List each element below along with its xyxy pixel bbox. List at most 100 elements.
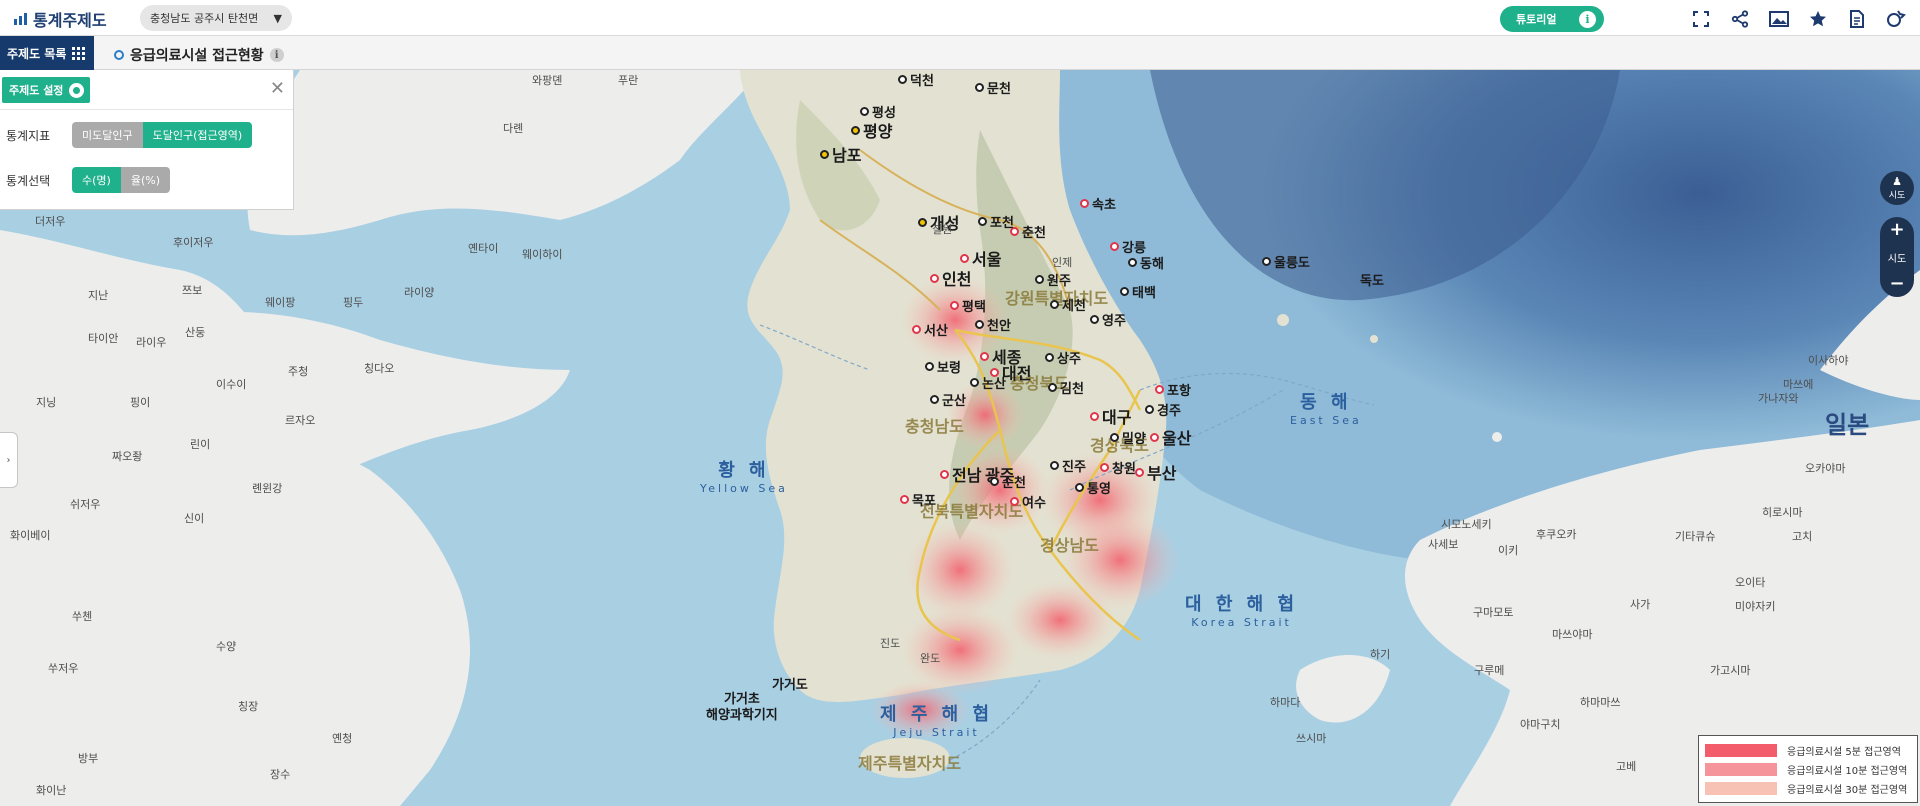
place-label: 오카야마 (1805, 462, 1846, 475)
app-logo[interactable]: 통계주제도 (14, 7, 107, 31)
indicator-option-reached[interactable]: 도달인구(접근영역) (142, 122, 253, 148)
place-label: 사세보 (1428, 538, 1459, 551)
city-label: 춘천 (1010, 222, 1046, 241)
province-label: 충청남도 (905, 417, 964, 436)
stat-option-count[interactable]: 수(명) (72, 167, 121, 193)
legend-label: 응급의료시설 30분 접근영역 (1787, 785, 1908, 796)
city-label: 울산 (1150, 425, 1191, 449)
city-label: 상주 (1045, 348, 1081, 367)
indicator-option-unreached[interactable]: 미도달인구 (72, 122, 143, 148)
share-icon[interactable] (1728, 7, 1752, 31)
place-label: 화이베이 (10, 529, 51, 542)
place-label: 푸란 (618, 74, 639, 87)
city-label: 군산 (930, 390, 966, 409)
indicator-label: 통계지표 (6, 128, 51, 143)
legend-item: 응급의료시설 5분 접근영역 (1705, 741, 1911, 760)
place-label: 완도 (920, 652, 941, 665)
region-select[interactable]: 충청남도 공주시 탄천면 ▼ (140, 5, 292, 31)
sea-label-jeju-strait: 제 주 해 협 Jeju Strait (880, 704, 994, 739)
city-label: 대구 (1090, 404, 1131, 428)
city-label: 덕천 (898, 70, 934, 89)
city-label: 남포 (820, 142, 861, 166)
place-label: 롄윈강 (252, 482, 283, 495)
city-label: 경주 (1145, 400, 1181, 419)
city-label: 독도 (1360, 274, 1384, 289)
tutorial-label: 튜토리얼 (1516, 13, 1557, 26)
chevron-right-icon: › (6, 454, 11, 466)
zoom-out-button[interactable]: − (1889, 275, 1904, 293)
fullscreen-icon[interactable] (1689, 7, 1713, 31)
place-label: 시모노세키 (1441, 518, 1492, 531)
zoom-in-button[interactable]: + (1889, 221, 1904, 239)
city-label: 영주 (1090, 310, 1126, 329)
chart-icon (14, 13, 27, 25)
sub-header: 주제도 목록 응급의료시설 접근현황 i (0, 36, 1920, 70)
place-label: 오이타 (1735, 576, 1766, 589)
city-label: 동해 (1128, 253, 1164, 272)
place-label: 가나자와 (1758, 392, 1799, 405)
legend-swatch (1705, 763, 1777, 776)
panel-header: 주제도 설정 ✕ (0, 70, 293, 110)
city-label: 보령 (925, 357, 961, 376)
place-label: 고베 (1616, 760, 1637, 773)
city-label: 천안 (975, 315, 1011, 334)
country-label-japan: 일본 (1825, 411, 1870, 439)
place-label: 미야자키 (1735, 600, 1776, 613)
side-panel-toggle[interactable]: › (0, 432, 18, 488)
theme-list-button[interactable]: 주제도 목록 (0, 36, 94, 70)
theme-title: 응급의료시설 접근현황 i (114, 45, 284, 65)
city-label: 속초 (1080, 194, 1116, 213)
theme-settings-tag[interactable]: 주제도 설정 (2, 77, 90, 103)
city-label: 전남 (940, 462, 981, 486)
info-icon[interactable]: i (269, 48, 284, 62)
stat-option-rate[interactable]: 율(%) (120, 167, 170, 193)
gear-icon (69, 82, 85, 98)
city-label: 포항 (1155, 380, 1191, 399)
legend-label: 응급의료시설 10분 접근영역 (1787, 766, 1908, 777)
city-label: 포천 (978, 212, 1014, 231)
place-label: 마쓰야마 (1552, 628, 1593, 641)
image-icon[interactable] (1767, 7, 1791, 31)
city-label: 목포 (900, 490, 936, 509)
theme-settings-label: 주제도 설정 (9, 84, 64, 97)
app-title: 통계주제도 (33, 11, 107, 30)
place-label: 라이우 (136, 336, 167, 349)
zoom-control: + 시도 − (1880, 217, 1914, 297)
region-select-value: 충청남도 공주시 탄천면 (150, 12, 259, 25)
place-label: 후쿠오카 (1536, 528, 1577, 541)
place-label: 고치 (1792, 530, 1813, 543)
sido-button[interactable]: ♟ 시도 (1880, 171, 1914, 205)
theme-title-text: 응급의료시설 접근현황 (130, 48, 264, 64)
stat-toggle: 수(명) 율(%) (72, 167, 170, 193)
circle-icon (114, 50, 124, 60)
place-label: 장수 (270, 768, 291, 781)
city-label: 여수 (1010, 492, 1046, 511)
city-label: 제천 (1050, 295, 1086, 314)
province-label: 제주특별자치도 (858, 754, 962, 773)
place-label: 쑤첸 (72, 610, 93, 623)
place-label: 이키 (1498, 544, 1519, 557)
legend-label: 응급의료시설 5분 접근영역 (1787, 747, 1901, 758)
person-icon: ♟ (1892, 175, 1902, 188)
zoom-level-label: 시도 (1887, 253, 1907, 265)
star-icon[interactable] (1806, 7, 1830, 31)
place-label: 진도 (880, 637, 901, 650)
city-label: 평양 (851, 118, 892, 142)
city-label: 원주 (1035, 270, 1071, 289)
place-label: 후이저우 (173, 236, 214, 249)
place-label: 웨이팡 (265, 296, 296, 309)
city-label: 통영 (1075, 478, 1111, 497)
theme-settings-panel: 주제도 설정 ✕ 통계지표 미도달인구 도달인구(접근영역) 통계선택 수(명)… (0, 70, 294, 210)
city-label: 문천 (975, 78, 1011, 97)
place-label: 칭다오 (364, 362, 395, 375)
province-label: 경상남도 (1040, 536, 1099, 555)
city-label: 태백 (1120, 282, 1156, 301)
sea-label-east: 동 해 East Sea (1290, 392, 1362, 427)
close-icon[interactable]: ✕ (270, 80, 285, 98)
tutorial-button[interactable]: 튜토리얼 i (1500, 6, 1604, 32)
place-label: 웨이하이 (522, 248, 563, 261)
city-label: 인천 (930, 266, 971, 290)
document-icon[interactable] (1845, 7, 1869, 31)
globe-icon[interactable] (1884, 7, 1908, 31)
place-label: 와팡뎬 (532, 74, 563, 87)
